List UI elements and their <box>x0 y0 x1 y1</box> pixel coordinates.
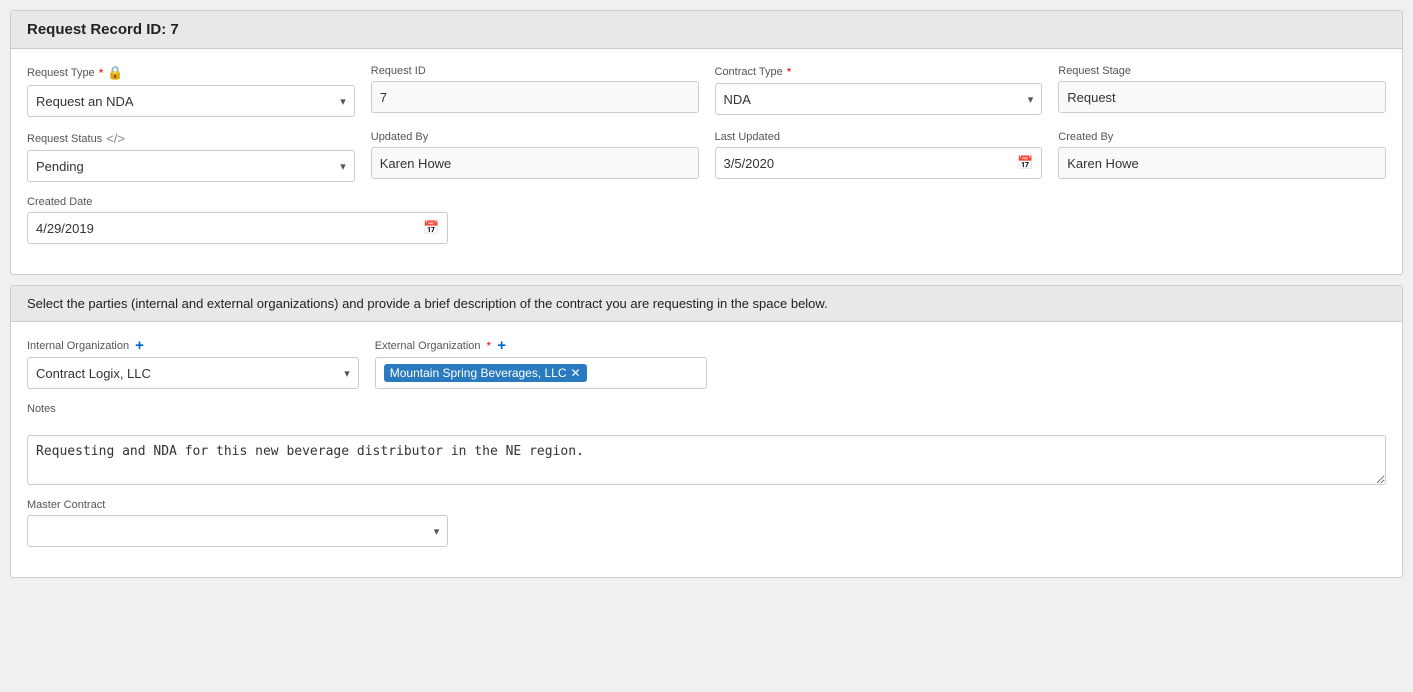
request-stage-field: Request <box>1058 81 1386 113</box>
created-by-value: Karen Howe <box>1067 156 1139 171</box>
add-internal-org-button[interactable]: + <box>135 338 144 353</box>
chevron-down-icon-contract: ▾ <box>1028 93 1034 106</box>
request-id-value: 7 <box>380 90 387 105</box>
required-star-external-org: * <box>487 339 492 353</box>
lock-icon: 🔒 <box>107 65 123 81</box>
request-status-label: Request Status <box>27 133 102 145</box>
internal-org-select[interactable]: Contract Logix, LLC ▾ <box>27 357 359 389</box>
updated-by-value: Karen Howe <box>380 156 452 171</box>
external-org-tag-text: Mountain Spring Beverages, LLC <box>390 366 567 380</box>
external-org-tag-field[interactable]: Mountain Spring Beverages, LLC ✕ <box>375 357 707 389</box>
last-updated-label: Last Updated <box>715 131 780 143</box>
master-contract-select[interactable]: ▾ <box>27 515 448 547</box>
external-org-label: External Organization <box>375 340 481 352</box>
tag-remove-icon[interactable]: ✕ <box>571 367 581 379</box>
section2-description: Select the parties (internal and externa… <box>27 296 828 311</box>
chevron-down-icon-internal-org: ▾ <box>344 367 350 380</box>
contract-type-value: NDA <box>724 92 751 107</box>
chevron-down-icon: ▾ <box>340 95 346 108</box>
request-stage-value: Request <box>1067 90 1115 105</box>
request-status-select[interactable]: Pending ▾ <box>27 150 355 182</box>
chevron-down-icon-status: ▾ <box>340 160 346 173</box>
code-icon: </> <box>106 131 125 146</box>
contract-type-label: Contract Type <box>715 66 783 78</box>
internal-org-label: Internal Organization <box>27 340 129 352</box>
required-star-contract-type: * <box>787 65 792 79</box>
created-by-field: Karen Howe <box>1058 147 1386 179</box>
chevron-down-icon-master-contract: ▾ <box>434 525 440 538</box>
notes-label: Notes <box>27 403 56 415</box>
external-org-tag: Mountain Spring Beverages, LLC ✕ <box>384 364 587 382</box>
contract-type-select[interactable]: NDA ▾ <box>715 83 1043 115</box>
updated-by-field: Karen Howe <box>371 147 699 179</box>
internal-org-value: Contract Logix, LLC <box>36 366 151 381</box>
updated-by-label: Updated By <box>371 131 428 143</box>
created-by-label: Created By <box>1058 131 1113 143</box>
required-star-request-type: * <box>99 66 104 80</box>
calendar-icon-created-date: 📅 <box>423 220 439 236</box>
request-status-value: Pending <box>36 159 84 174</box>
created-date-value: 4/29/2019 <box>36 221 94 236</box>
request-id-label: Request ID <box>371 65 426 77</box>
notes-textarea[interactable]: Requesting and NDA for this new beverage… <box>27 435 1386 485</box>
created-date-label: Created Date <box>27 196 92 208</box>
add-external-org-button[interactable]: + <box>497 338 506 353</box>
request-type-select[interactable]: Request an NDA ▾ <box>27 85 355 117</box>
last-updated-value: 3/5/2020 <box>724 156 775 171</box>
master-contract-label: Master Contract <box>27 499 105 511</box>
request-id-field: 7 <box>371 81 699 113</box>
request-type-value: Request an NDA <box>36 94 134 109</box>
last-updated-field[interactable]: 3/5/2020 📅 <box>715 147 1043 179</box>
request-type-label: Request Type <box>27 67 95 79</box>
request-stage-label: Request Stage <box>1058 65 1131 77</box>
page-title: Request Record ID: 7 <box>27 21 179 38</box>
created-date-field[interactable]: 4/29/2019 📅 <box>27 212 448 244</box>
calendar-icon-last-updated: 📅 <box>1017 155 1033 171</box>
